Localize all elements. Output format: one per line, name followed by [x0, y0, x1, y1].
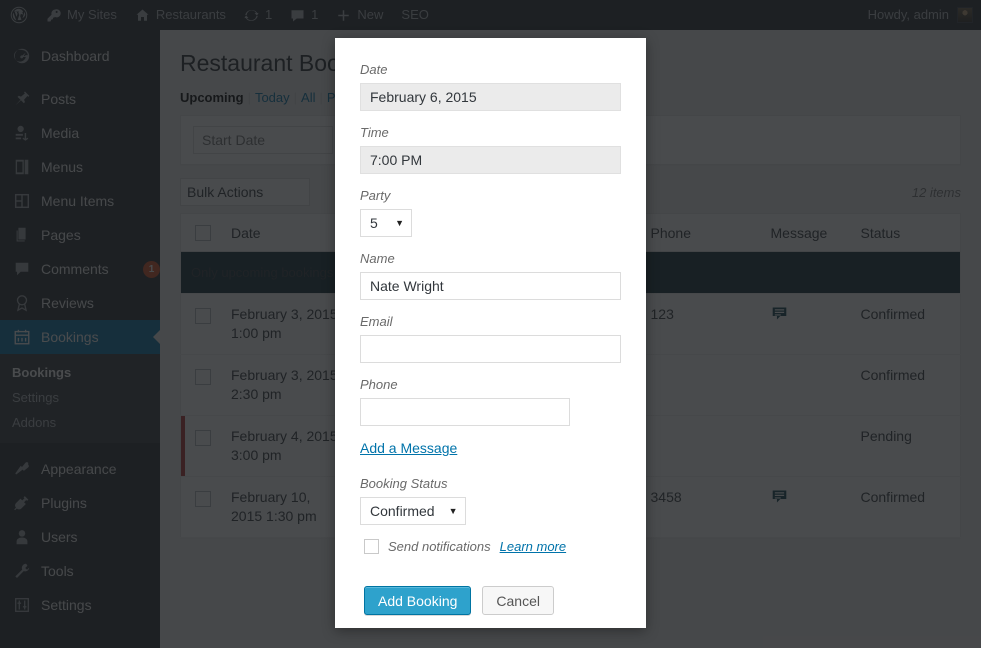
chevron-down-icon: ▼ [395, 218, 404, 228]
field-booking-status: Booking Status Confirmed ▼ [360, 476, 621, 525]
booking-status-label: Booking Status [360, 476, 621, 492]
party-label: Party [360, 188, 621, 204]
field-party: Party 5 ▼ [360, 188, 621, 237]
send-notifications-row: Send notifications Learn more [364, 539, 621, 554]
modal-body: Date February 6, 2015 Time 7:00 PM Party… [335, 38, 646, 615]
add-message-row: Add a Message [360, 440, 621, 458]
chevron-down-icon: ▼ [449, 506, 458, 516]
modal-button-row: Add Booking Cancel [364, 586, 621, 615]
screen: My Sites Restaurants 1 1 New [0, 0, 981, 648]
phone-label: Phone [360, 377, 621, 393]
booking-status-value: Confirmed [370, 503, 435, 519]
date-label: Date [360, 62, 621, 78]
name-label: Name [360, 251, 621, 267]
booking-status-select[interactable]: Confirmed ▼ [360, 497, 466, 525]
send-notifications-checkbox[interactable] [364, 539, 379, 554]
date-input[interactable]: February 6, 2015 [360, 83, 621, 111]
field-time: Time 7:00 PM [360, 125, 621, 174]
cancel-button[interactable]: Cancel [482, 586, 554, 615]
field-name: Name Nate Wright [360, 251, 621, 300]
field-email: Email [360, 314, 621, 363]
field-date: Date February 6, 2015 [360, 62, 621, 111]
phone-input[interactable] [360, 398, 570, 426]
add-message-link[interactable]: Add a Message [360, 440, 457, 456]
field-phone: Phone [360, 377, 621, 426]
add-booking-button[interactable]: Add Booking [364, 586, 471, 615]
learn-more-link[interactable]: Learn more [500, 539, 566, 554]
time-label: Time [360, 125, 621, 141]
email-input[interactable] [360, 335, 621, 363]
name-input[interactable]: Nate Wright [360, 272, 621, 300]
send-notifications-label: Send notifications [388, 539, 491, 554]
add-booking-modal: Date February 6, 2015 Time 7:00 PM Party… [335, 38, 646, 628]
email-label: Email [360, 314, 621, 330]
party-value: 5 [370, 215, 378, 231]
party-select[interactable]: 5 ▼ [360, 209, 412, 237]
time-input[interactable]: 7:00 PM [360, 146, 621, 174]
